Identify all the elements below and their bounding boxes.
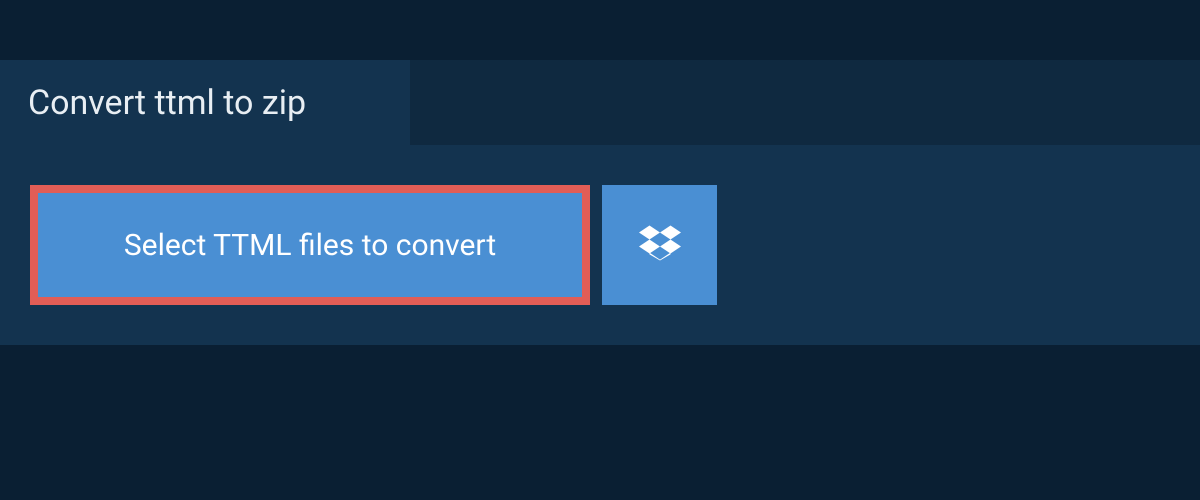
- button-row: Select TTML files to convert: [30, 185, 1170, 305]
- bottom-strip: [0, 345, 1200, 500]
- select-files-button[interactable]: Select TTML files to convert: [30, 185, 590, 305]
- dropbox-icon: [639, 222, 681, 268]
- tab-header: Convert ttml to zip: [0, 60, 410, 145]
- select-files-label: Select TTML files to convert: [124, 228, 496, 263]
- page-title: Convert ttml to zip: [28, 83, 306, 123]
- dropbox-upload-button[interactable]: [602, 185, 717, 305]
- content-panel: Select TTML files to convert: [0, 145, 1200, 345]
- top-strip: [0, 0, 1200, 60]
